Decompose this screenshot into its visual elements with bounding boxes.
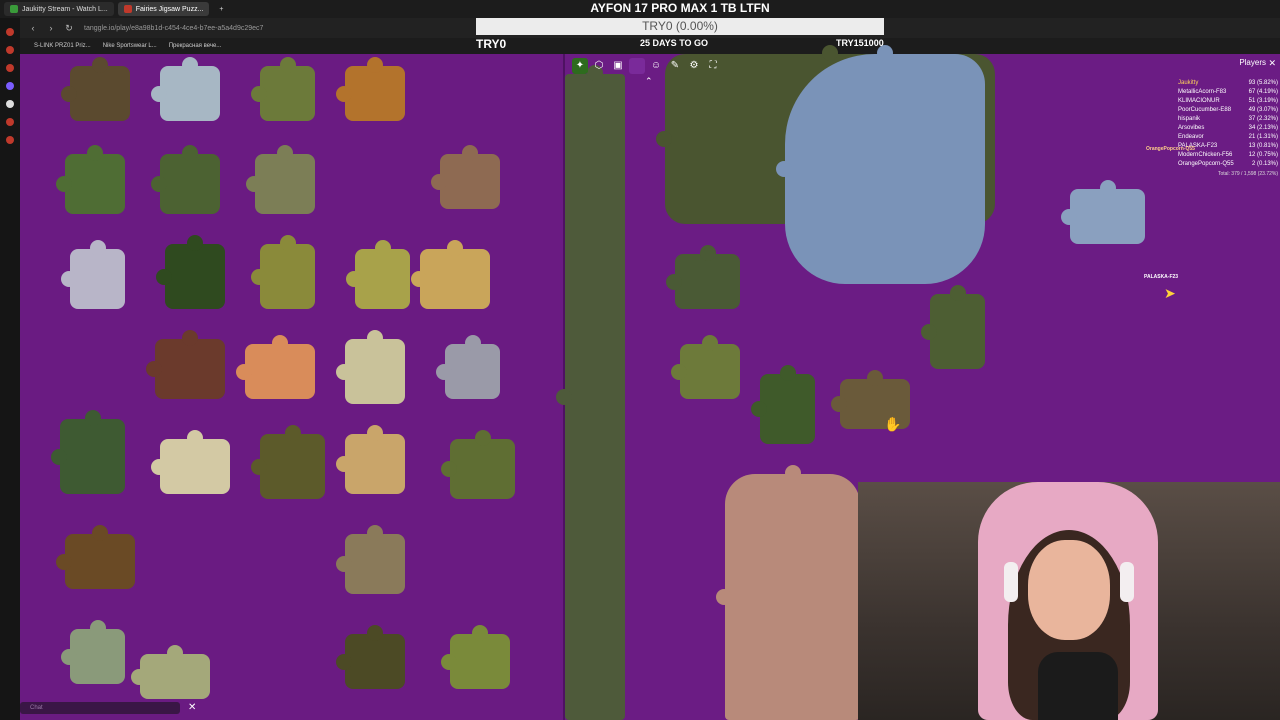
webcam-overlay bbox=[858, 482, 1280, 720]
puzzle-piece[interactable] bbox=[236, 335, 315, 399]
puzzle-assembled-cluster[interactable] bbox=[776, 45, 985, 284]
goal-current-label: TRY0 bbox=[476, 37, 507, 51]
sidebar-app-icon[interactable] bbox=[6, 136, 14, 144]
bookmark-item[interactable]: S-LINK PRZ01 Priz... bbox=[34, 43, 91, 49]
tab-label: Jaukitty Stream - Watch L... bbox=[22, 5, 108, 13]
puzzle-piece[interactable] bbox=[56, 145, 125, 214]
puzzle-piece[interactable] bbox=[61, 240, 125, 309]
puzzle-piece[interactable] bbox=[151, 145, 220, 214]
sidebar-app-icon[interactable] bbox=[6, 100, 14, 108]
reload-icon[interactable]: ↻ bbox=[64, 23, 74, 34]
sidebar-app-icon[interactable] bbox=[6, 28, 14, 36]
player-row: KLIMACIONUR 51 (3.19%) bbox=[1178, 98, 1278, 104]
puzzle-piece[interactable] bbox=[151, 57, 220, 121]
pen-icon[interactable]: ✎ bbox=[667, 58, 683, 74]
color-swatch-icon[interactable] bbox=[629, 58, 645, 74]
puzzle-piece[interactable] bbox=[51, 410, 125, 494]
puzzle-piece[interactable] bbox=[251, 425, 325, 499]
puzzle-sorting-area[interactable] bbox=[20, 54, 565, 720]
players-panel-title: Players bbox=[1239, 58, 1266, 67]
puzzle-piece[interactable] bbox=[751, 365, 815, 444]
players-icon[interactable]: ☺ bbox=[648, 58, 664, 74]
puzzle-piece[interactable] bbox=[431, 145, 500, 209]
puzzle-piece[interactable] bbox=[346, 240, 410, 309]
player-row: PoorCucumber-E88 49 (3.07%) bbox=[1178, 107, 1278, 113]
puzzle-piece[interactable] bbox=[336, 425, 405, 494]
sidebar-app-icon[interactable] bbox=[6, 82, 14, 90]
player-row: OrangePopcorn-Q55 2 (0.13%) bbox=[1178, 161, 1278, 167]
goal-title: AYFON 17 PRO MAX 1 TB LTFN bbox=[590, 1, 770, 15]
puzzle-assembled-cluster[interactable] bbox=[716, 465, 860, 720]
close-icon[interactable]: ✕ bbox=[188, 702, 196, 713]
puzzle-piece[interactable] bbox=[921, 285, 985, 369]
cursor-arrow-icon: ➤ bbox=[1164, 285, 1176, 301]
players-total: Total: 379 / 1,598 (23.72%) bbox=[1217, 171, 1278, 177]
tab-jaukitty-stream[interactable]: Jaukitty Stream - Watch L... bbox=[4, 2, 114, 16]
webcam-face bbox=[1028, 540, 1110, 640]
headphones-icon bbox=[1120, 562, 1134, 602]
browser-sidebar bbox=[0, 18, 20, 720]
puzzle-piece[interactable] bbox=[336, 330, 405, 404]
image-icon[interactable]: ▣ bbox=[610, 58, 626, 74]
forward-icon[interactable]: › bbox=[46, 23, 56, 33]
remote-cursor-label: OrangePopcorn-Q55 bbox=[1146, 146, 1195, 152]
puzzle-piece[interactable] bbox=[336, 625, 405, 689]
puzzle-piece[interactable] bbox=[146, 330, 225, 399]
bookmark-item[interactable]: Прекрасная вече... bbox=[169, 43, 222, 49]
players-list: Jaukitty 93 (5.82%) MetallicAcorn-F83 67 (… bbox=[1148, 79, 1278, 169]
box-icon[interactable]: ⬡ bbox=[591, 58, 607, 74]
gear-icon[interactable]: ⚙ bbox=[686, 58, 702, 74]
close-icon[interactable]: ✕ bbox=[1268, 58, 1276, 69]
puzzle-piece[interactable] bbox=[56, 525, 135, 589]
players-panel: Players ✕ Jaukitty 93 (5.82%) MetallicAco… bbox=[1148, 58, 1278, 177]
new-tab-button[interactable]: + bbox=[213, 2, 229, 16]
puzzle-piece[interactable] bbox=[671, 335, 740, 399]
player-row: Jaukitty 93 (5.82%) bbox=[1178, 80, 1278, 86]
sidebar-app-icon[interactable] bbox=[6, 64, 14, 72]
puzzle-piece[interactable] bbox=[61, 57, 130, 121]
back-icon[interactable]: ‹ bbox=[28, 23, 38, 33]
player-row: ModernChicken-F56 12 (0.75%) bbox=[1178, 152, 1278, 158]
player-row: Endeavor 21 (1.31%) bbox=[1178, 134, 1278, 140]
hand-cursor-icon: ✋ bbox=[884, 416, 902, 432]
puzzle-piece[interactable] bbox=[246, 145, 315, 214]
puzzle-piece[interactable] bbox=[131, 645, 210, 699]
player-row: hispanik 37 (2.32%) bbox=[1178, 116, 1278, 122]
sidebar-app-icon[interactable] bbox=[6, 46, 14, 54]
puzzle-piece[interactable] bbox=[151, 430, 230, 494]
puzzle-piece[interactable] bbox=[666, 245, 740, 309]
puzzle-piece[interactable] bbox=[1061, 180, 1145, 244]
puzzle-piece[interactable] bbox=[336, 525, 405, 594]
puzzle-piece[interactable] bbox=[251, 57, 315, 121]
chevron-up-icon[interactable]: ⌃ bbox=[645, 76, 653, 87]
puzzle-piece[interactable] bbox=[441, 625, 510, 689]
puzzle-toolbar: ✦ ⬡ ▣ ☺ ✎ ⚙ ⛶ bbox=[572, 58, 721, 74]
webcam-shirt bbox=[1038, 652, 1118, 720]
puzzle-piece[interactable] bbox=[156, 235, 225, 309]
headphones-icon bbox=[1004, 562, 1018, 602]
bookmark-item[interactable]: Nike Sportswear L... bbox=[103, 43, 157, 49]
tab-jigsaw-puzzle[interactable]: Fairies Jigsaw Puzz... bbox=[117, 2, 210, 16]
puzzle-piece[interactable] bbox=[251, 235, 315, 309]
goal-target-label: TRY151000 bbox=[836, 38, 884, 48]
tab-favicon-icon bbox=[10, 5, 18, 13]
player-row: MetallicAcorn-F83 67 (4.19%) bbox=[1178, 89, 1278, 95]
player-row: Arsovibes 34 (2.13%) bbox=[1178, 125, 1278, 131]
tab-favicon-icon bbox=[123, 5, 132, 13]
tab-label: Fairies Jigsaw Puzz... bbox=[135, 5, 204, 13]
goal-days-label: 25 DAYS TO GO bbox=[640, 38, 709, 48]
puzzle-piece[interactable] bbox=[411, 240, 490, 309]
url-field[interactable]: tanggle.io/play/e8a98b1d-c454-4ce4-b7ee-… bbox=[84, 25, 263, 32]
chat-input[interactable]: Chat bbox=[20, 702, 180, 714]
goal-progress-bar: TRY0 (0.00%) bbox=[476, 18, 884, 35]
puzzle-piece[interactable] bbox=[436, 335, 500, 399]
fullscreen-icon[interactable]: ⛶ bbox=[705, 58, 721, 74]
sidebar-app-icon[interactable] bbox=[6, 118, 14, 126]
puzzle-piece[interactable] bbox=[336, 57, 405, 121]
remote-cursor-label: PALASKA-F23 bbox=[1144, 274, 1179, 280]
puzzle-piece[interactable] bbox=[441, 430, 515, 499]
puzzle-assembled-edge bbox=[556, 65, 625, 720]
puzzle-piece-icon[interactable]: ✦ bbox=[572, 58, 588, 74]
puzzle-piece[interactable] bbox=[61, 620, 125, 684]
